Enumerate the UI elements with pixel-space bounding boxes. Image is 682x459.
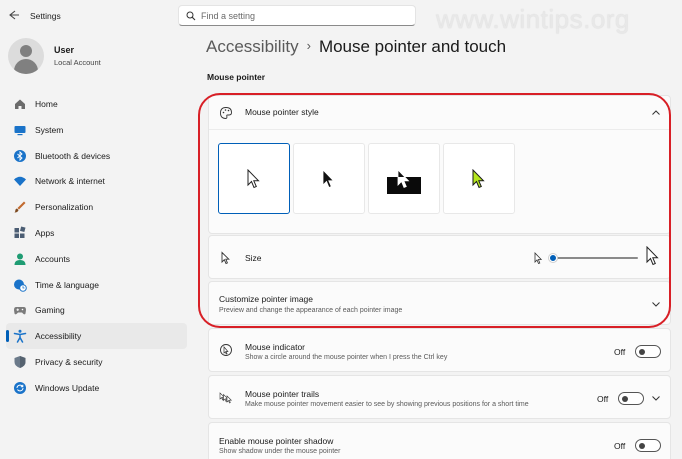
pointer-trails-title: Mouse pointer trails — [245, 389, 320, 399]
back-arrow-icon[interactable] — [8, 9, 22, 23]
sidebar-item-personalization[interactable]: Personalization — [6, 194, 187, 220]
pointer-trails-icon — [219, 392, 233, 404]
sidebar-item-privacy[interactable]: Privacy & security — [6, 349, 187, 375]
white-cursor-icon — [247, 169, 260, 189]
pointer-shadow-desc: Show shadow under the mouse pointer — [219, 448, 341, 455]
mouse-indicator-icon — [220, 344, 232, 356]
sidebar-item-label: System — [35, 124, 64, 135]
chevron-down-icon[interactable] — [651, 393, 661, 403]
sidebar-item-gaming[interactable]: Gaming — [6, 297, 187, 323]
section-title: Mouse pointer — [207, 72, 266, 82]
sidebar-item-accessibility[interactable]: Accessibility — [6, 323, 187, 349]
large-cursor-icon — [646, 246, 659, 266]
customize-pointer-image-row[interactable]: Customize pointer image Preview and chan… — [208, 281, 671, 325]
customize-pointer-title: Customize pointer image — [219, 294, 314, 304]
mouse-indicator-title: Mouse indicator — [245, 342, 306, 352]
accessibility-icon — [13, 329, 27, 343]
sidebar-item-label: Bluetooth & devices — [35, 150, 111, 161]
sidebar-item-accounts[interactable]: Accounts — [6, 246, 187, 272]
sidebar-item-label: Network & internet — [35, 176, 105, 187]
sidebar-item-home[interactable]: Home — [6, 91, 187, 117]
title-bar: Settings www.wintips.org — [0, 0, 682, 34]
app-title: Settings — [30, 11, 61, 21]
mouse-pointer-style-header[interactable]: Mouse pointer style — [209, 96, 670, 130]
breadcrumb-parent[interactable]: Accessibility — [206, 37, 299, 56]
inverted-cursor-icon — [397, 169, 410, 189]
slider-track — [552, 257, 638, 259]
search-icon — [186, 11, 196, 21]
sidebar-item-bluetooth[interactable]: Bluetooth & devices — [6, 143, 187, 169]
small-cursor-icon — [534, 252, 543, 265]
mouse-pointer-style-title: Mouse pointer style — [245, 107, 319, 117]
page-title: Mouse pointer and touch — [318, 37, 507, 56]
pointer-trails-toggle[interactable] — [618, 392, 644, 405]
brush-icon — [14, 201, 26, 213]
mouse-indicator-toggle[interactable] — [635, 345, 661, 358]
pointer-shadow-state: Off — [614, 441, 626, 451]
pointer-style-white[interactable] — [218, 143, 290, 214]
gamepad-icon — [14, 307, 26, 315]
search-box[interactable] — [178, 5, 416, 26]
mouse-indicator-state: Off — [614, 347, 626, 357]
sidebar-item-time-language[interactable]: Time & language — [6, 272, 187, 298]
sidebar-item-label: Gaming — [35, 305, 65, 316]
sidebar-nav: Home System Bluetooth & devices Network … — [6, 91, 187, 401]
pointer-shadow-title: Enable mouse pointer shadow — [219, 436, 334, 446]
pointer-style-black[interactable] — [293, 143, 365, 214]
home-icon — [15, 99, 25, 109]
slider-thumb[interactable] — [549, 254, 557, 262]
pointer-trails-state: Off — [597, 394, 609, 404]
update-icon — [14, 381, 26, 394]
palette-icon — [220, 107, 232, 119]
sidebar-item-label: Apps — [35, 227, 55, 238]
cursor-size-icon — [221, 251, 230, 265]
pointer-style-custom[interactable] — [443, 143, 515, 214]
system-icon — [14, 125, 26, 135]
sidebar-item-network[interactable]: Network & internet — [6, 168, 187, 194]
shield-icon — [14, 355, 26, 368]
sidebar-item-label: Personalization — [35, 202, 94, 213]
mouse-indicator-row: Mouse indicator Show a circle around the… — [208, 328, 671, 372]
user-account-type: Local Account — [54, 58, 101, 67]
sidebar-item-label: Privacy & security — [35, 356, 103, 367]
pointer-shadow-toggle[interactable] — [635, 439, 661, 452]
accounts-icon — [14, 253, 26, 265]
globe-clock-icon — [14, 279, 27, 292]
sidebar-item-label: Accounts — [35, 253, 70, 264]
user-name: User — [54, 45, 75, 55]
watermark-text: www.wintips.org — [436, 4, 630, 34]
pointer-trails-desc: Make mouse pointer movement easier to se… — [245, 401, 529, 408]
size-label: Size — [245, 253, 262, 263]
sidebar-item-apps[interactable]: Apps — [6, 220, 187, 246]
avatar — [8, 38, 44, 74]
mouse-pointer-trails-row: Mouse pointer trails Make mouse pointer … — [208, 375, 671, 419]
breadcrumb-separator: › — [306, 38, 311, 53]
sidebar-item-label: Windows Update — [35, 382, 100, 393]
breadcrumb: Accessibility › Mouse pointer and touch — [206, 37, 506, 57]
customize-pointer-desc: Preview and change the appearance of eac… — [219, 307, 403, 314]
pointer-style-inverted[interactable] — [368, 143, 440, 214]
size-row: Size — [208, 235, 671, 279]
black-cursor-icon — [322, 169, 335, 189]
user-profile[interactable]: User Local Account — [6, 38, 186, 78]
sidebar-item-system[interactable]: System — [6, 117, 187, 143]
apps-icon — [14, 226, 26, 238]
search-input[interactable] — [201, 9, 401, 23]
sidebar-item-label: Time & language — [35, 279, 99, 290]
chevron-up-icon[interactable] — [651, 108, 661, 118]
chevron-down-icon[interactable] — [651, 299, 661, 309]
mouse-indicator-desc: Show a circle around the mouse pointer w… — [245, 354, 448, 361]
custom-color-cursor-icon — [472, 169, 485, 189]
size-slider[interactable] — [549, 251, 639, 265]
mouse-pointer-shadow-row: Enable mouse pointer shadow Show shadow … — [208, 422, 671, 459]
wifi-icon — [14, 177, 26, 187]
bluetooth-icon — [14, 149, 26, 162]
sidebar-item-label: Accessibility — [35, 331, 82, 342]
sidebar-item-label: Home — [35, 99, 58, 109]
sidebar-item-windows-update[interactable]: Windows Update — [6, 375, 187, 401]
